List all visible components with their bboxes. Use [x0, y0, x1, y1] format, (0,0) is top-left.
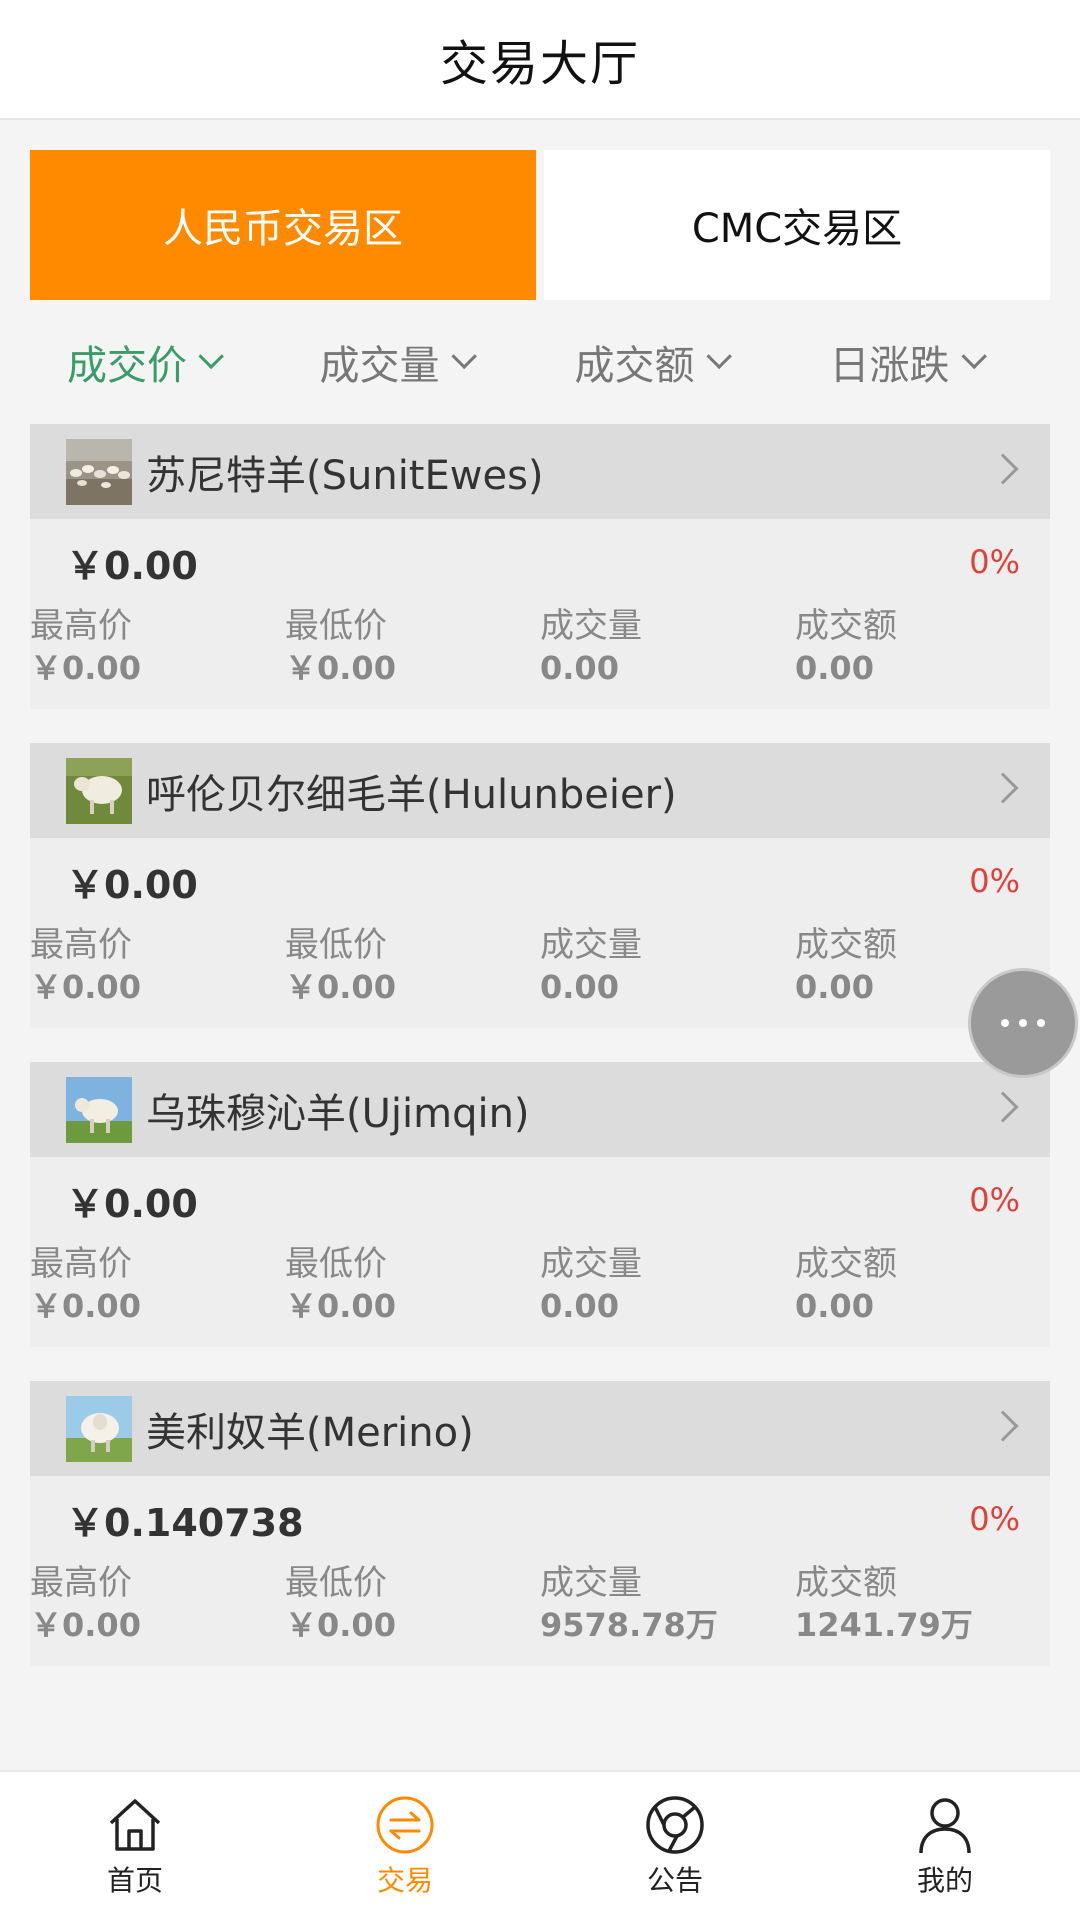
exchange-icon — [376, 1796, 434, 1854]
chevron-down-icon — [960, 343, 987, 370]
stat-value-volume: 0.00 — [540, 968, 619, 1006]
stat-label-amount: 成交额 — [795, 1244, 897, 1284]
app-header: 交易大厅 — [0, 0, 1080, 120]
more-floating-button[interactable] — [968, 968, 1078, 1078]
nav-home-label: 首页 — [106, 1864, 163, 1897]
bottom-nav: 首页 交易 公告 我的 — [0, 1770, 1080, 1920]
sort-amount-label: 成交额 — [574, 343, 695, 389]
nav-mine-label: 我的 — [916, 1864, 973, 1897]
stat-label-volume: 成交量 — [540, 925, 642, 965]
product-name: 乌珠穆沁羊(Ujimqin) — [146, 1090, 530, 1137]
chevron-right-icon — [987, 1091, 1019, 1123]
stat-label-high: 最高价 — [30, 1563, 132, 1603]
sort-volume-label: 成交量 — [319, 343, 440, 389]
sheep-sky-thumbnail — [66, 1076, 132, 1143]
list-item-header[interactable]: 美利奴羊(Merino) — [30, 1381, 1050, 1476]
list-item[interactable]: 乌珠穆沁羊(Ujimqin) ￥0.00 0% 最高价 ￥0.00 最低价 ￥0… — [30, 1062, 1050, 1347]
chevron-right-icon — [987, 772, 1019, 804]
product-name: 呼伦贝尔细毛羊(Hulunbeier) — [146, 771, 677, 818]
sort-bar: 成交价 成交量 成交额 日涨跌 — [0, 300, 1080, 424]
stat-value-amount: 0.00 — [795, 649, 874, 687]
announcement-icon — [646, 1796, 704, 1854]
nav-mine[interactable]: 我的 — [810, 1772, 1080, 1920]
list-item-header[interactable]: 呼伦贝尔细毛羊(Hulunbeier) — [30, 743, 1050, 838]
sort-daily-change[interactable]: 日涨跌 — [780, 333, 1035, 391]
stat-label-volume: 成交量 — [540, 606, 642, 646]
change-percent: 0% — [969, 862, 1020, 900]
nav-trade-label: 交易 — [376, 1864, 433, 1897]
current-price: ￥0.00 — [66, 1181, 198, 1226]
product-list: 苏尼特羊(SunitEwes) ￥0.00 0% 最高价 ￥0.00 最低价 ￥… — [30, 424, 1050, 1700]
stat-value-low: ￥0.00 — [285, 649, 396, 687]
more-dots-icon — [1037, 1019, 1045, 1027]
stat-label-amount: 成交额 — [795, 606, 897, 646]
stat-label-high: 最高价 — [30, 925, 132, 965]
stat-value-amount: 0.00 — [795, 1287, 874, 1325]
sort-amount[interactable]: 成交额 — [525, 333, 780, 391]
stat-label-high: 最高价 — [30, 1244, 132, 1284]
sheep-flock-thumbnail — [66, 438, 132, 505]
stat-label-volume: 成交量 — [540, 1244, 642, 1284]
nav-announcement[interactable]: 公告 — [540, 1772, 810, 1920]
stat-value-volume: 9578.78万 — [540, 1606, 718, 1644]
sort-price[interactable]: 成交价 — [0, 333, 270, 391]
stat-value-high: ￥0.00 — [30, 1606, 141, 1644]
user-icon — [919, 1798, 971, 1854]
more-dots-icon — [1001, 1019, 1009, 1027]
home-icon — [109, 1799, 161, 1851]
stat-value-volume: 0.00 — [540, 1287, 619, 1325]
list-item[interactable]: 苏尼特羊(SunitEwes) ￥0.00 0% 最高价 ￥0.00 最低价 ￥… — [30, 424, 1050, 709]
stat-label-amount: 成交额 — [795, 1563, 897, 1603]
sort-volume[interactable]: 成交量 — [270, 333, 525, 391]
stat-value-low: ￥0.00 — [285, 968, 396, 1006]
sheep-on-grass-thumbnail — [66, 757, 132, 824]
product-name: 苏尼特羊(SunitEwes) — [146, 452, 544, 499]
tab-rmb-zone[interactable]: 人民币交易区 — [30, 150, 536, 300]
chevron-down-icon — [705, 343, 732, 370]
stat-label-high: 最高价 — [30, 606, 132, 646]
chevron-down-icon — [198, 343, 224, 370]
change-percent: 0% — [969, 1181, 1020, 1219]
stat-label-volume: 成交量 — [540, 1563, 642, 1603]
stat-label-amount: 成交额 — [795, 925, 897, 965]
stat-label-low: 最低价 — [285, 1563, 387, 1603]
list-item-header[interactable]: 苏尼特羊(SunitEwes) — [30, 424, 1050, 519]
current-price: ￥0.00 — [66, 862, 198, 907]
stat-label-low: 最低价 — [285, 1244, 387, 1284]
sort-daily-change-label: 日涨跌 — [829, 343, 950, 389]
list-item[interactable]: 美利奴羊(Merino) ￥0.140738 0% 最高价 ￥0.00 最低价 … — [30, 1381, 1050, 1666]
list-item-header[interactable]: 乌珠穆沁羊(Ujimqin) — [30, 1062, 1050, 1157]
zone-tabs: 人民币交易区 CMC交易区 — [30, 150, 1050, 300]
nav-trade[interactable]: 交易 — [270, 1772, 540, 1920]
change-percent: 0% — [969, 543, 1020, 581]
product-name: 美利奴羊(Merino) — [146, 1409, 474, 1456]
stat-label-low: 最低价 — [285, 606, 387, 646]
change-percent: 0% — [969, 1500, 1020, 1538]
current-price: ￥0.00 — [66, 543, 198, 588]
merino-sheep-thumbnail — [66, 1395, 132, 1462]
current-price: ￥0.140738 — [66, 1500, 304, 1545]
chevron-right-icon — [987, 1410, 1019, 1442]
stat-value-high: ￥0.00 — [30, 1287, 141, 1325]
tab-cmc-zone[interactable]: CMC交易区 — [544, 150, 1050, 300]
chevron-right-icon — [987, 453, 1019, 485]
stat-value-high: ￥0.00 — [30, 649, 141, 687]
page-title: 交易大厅 — [439, 36, 640, 92]
stat-value-amount: 1241.79万 — [795, 1606, 973, 1644]
stat-value-high: ￥0.00 — [30, 968, 141, 1006]
stat-label-low: 最低价 — [285, 925, 387, 965]
more-dots-icon — [1019, 1019, 1027, 1027]
stat-value-low: ￥0.00 — [285, 1287, 396, 1325]
chevron-down-icon — [450, 343, 477, 370]
list-item[interactable]: 呼伦贝尔细毛羊(Hulunbeier) ￥0.00 0% 最高价 ￥0.00 最… — [30, 743, 1050, 1028]
sort-price-label: 成交价 — [67, 343, 187, 389]
nav-announcement-label: 公告 — [646, 1864, 703, 1897]
stat-value-volume: 0.00 — [540, 649, 619, 687]
nav-home[interactable]: 首页 — [0, 1772, 270, 1920]
stat-value-low: ￥0.00 — [285, 1606, 396, 1644]
